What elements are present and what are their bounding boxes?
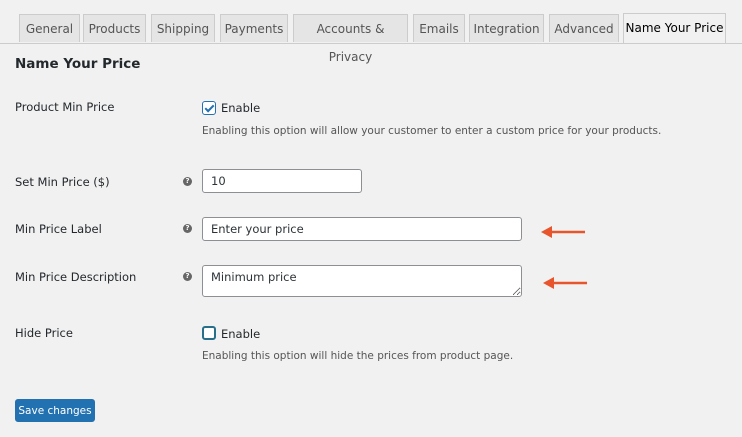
hide-price-description: Enabling this option will hide the price… bbox=[202, 350, 514, 362]
tab-integration[interactable]: Integration bbox=[469, 14, 544, 42]
tab-advanced[interactable]: Advanced bbox=[549, 14, 619, 42]
help-icon[interactable]: ? bbox=[183, 177, 192, 186]
product-min-price-checkbox[interactable] bbox=[202, 101, 216, 115]
save-changes-button[interactable]: Save changes bbox=[15, 399, 95, 422]
hide-price-checkbox[interactable] bbox=[202, 326, 216, 340]
page-title: Name Your Price bbox=[15, 56, 141, 72]
min-price-label-input[interactable] bbox=[202, 217, 522, 241]
product-min-price-label: Product Min Price bbox=[15, 100, 115, 114]
tab-general[interactable]: General bbox=[19, 14, 80, 42]
set-min-price-label: Set Min Price ($) bbox=[15, 175, 110, 189]
set-min-price-input[interactable] bbox=[202, 169, 362, 193]
tab-name-your-price[interactable]: Name Your Price bbox=[623, 13, 726, 43]
annotation-arrow-icon bbox=[541, 226, 585, 238]
min-price-description-textarea[interactable]: Minimum price bbox=[202, 265, 522, 297]
tab-accounts-privacy[interactable]: Accounts & Privacy bbox=[293, 14, 408, 64]
hide-price-enable-label[interactable]: Enable bbox=[221, 327, 260, 341]
min-price-label-label: Min Price Label bbox=[15, 222, 102, 236]
tab-shipping[interactable]: Shipping bbox=[151, 14, 215, 42]
tab-payments[interactable]: Payments bbox=[220, 14, 288, 42]
help-icon[interactable]: ? bbox=[183, 224, 192, 233]
min-price-description-label: Min Price Description bbox=[15, 270, 137, 284]
hide-price-label: Hide Price bbox=[15, 326, 73, 340]
product-min-price-enable-label[interactable]: Enable bbox=[221, 101, 260, 115]
annotation-arrow-icon bbox=[543, 277, 587, 289]
tab-emails[interactable]: Emails bbox=[413, 14, 465, 42]
settings-tabs: General Products Shipping Payments Accou… bbox=[0, 0, 742, 64]
product-min-price-description: Enabling this option will allow your cus… bbox=[202, 125, 662, 137]
help-icon[interactable]: ? bbox=[183, 272, 192, 281]
tab-products[interactable]: Products bbox=[83, 14, 146, 42]
